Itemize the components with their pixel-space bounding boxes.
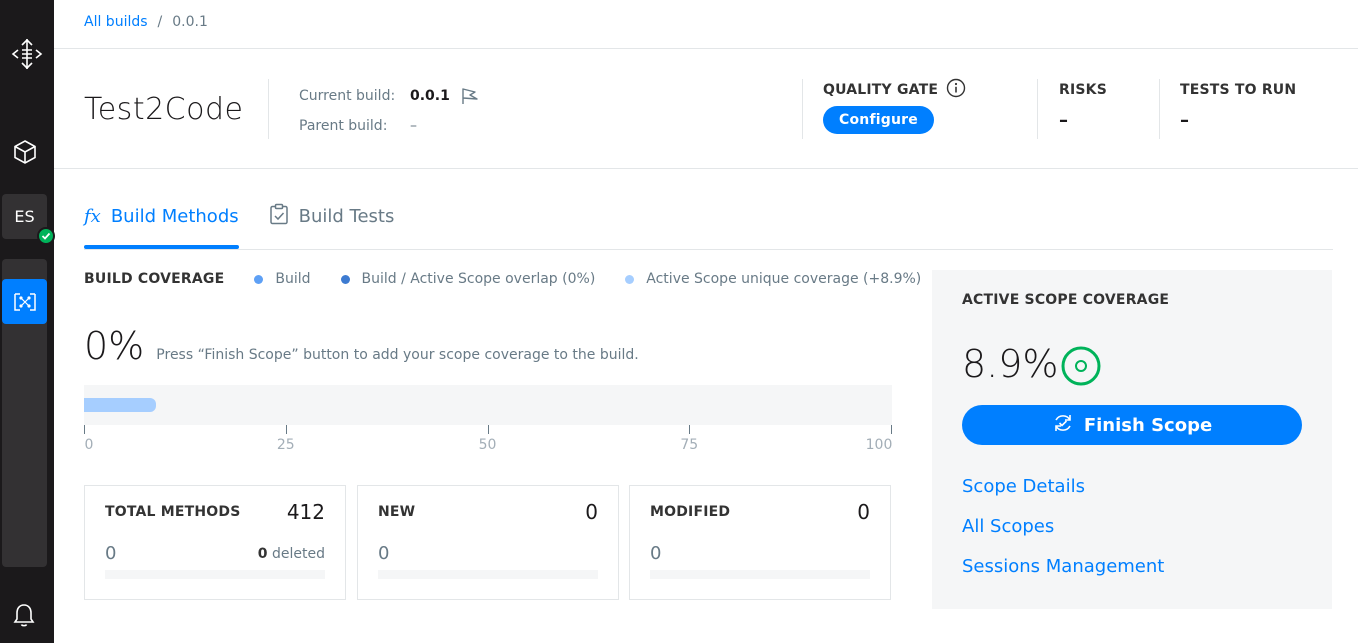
quality-gate-label: QUALITY GATE [823, 82, 939, 98]
legend-overlap: Build / Active Scope overlap (0%) [340, 271, 596, 287]
risks-label: RISKS [1059, 82, 1108, 98]
quality-gate: QUALITY GATE Configure [823, 78, 966, 134]
breadcrumb-all-builds[interactable]: All builds [84, 14, 148, 30]
parent-build-label: Parent build: [299, 118, 388, 134]
fx-icon: fx [84, 205, 101, 227]
info-icon[interactable] [946, 78, 966, 102]
card-title: MODIFIED [650, 504, 731, 520]
tests-to-run-label: TESTS TO RUN [1180, 82, 1297, 98]
finish-scope-label: Finish Scope [1083, 414, 1213, 436]
deleted-number: 0 [257, 546, 268, 562]
build-info: Current build: 0.0.1 Parent build: – [299, 86, 480, 146]
drill-logo-icon[interactable] [7, 34, 47, 74]
legend-scope-unique: Active Scope unique coverage (+8.9%) [625, 271, 921, 287]
card-progress [650, 570, 870, 579]
tests-to-run-value[interactable]: – [1180, 110, 1296, 131]
coverage-axis: 0 25 50 75 100 [84, 425, 892, 455]
card-progress [105, 570, 325, 579]
legend-dot [340, 274, 350, 284]
sessions-management-link[interactable]: Sessions Management [962, 556, 1164, 577]
card-title: TOTAL METHODS [105, 504, 241, 520]
page-title: Test2Code [84, 92, 244, 127]
breadcrumb: All builds / 0.0.1 [84, 14, 208, 30]
build-coverage-title: BUILD COVERAGE [84, 271, 225, 287]
divider [54, 48, 1358, 49]
card-count: 0 [105, 543, 117, 564]
breadcrumb-separator: / [157, 14, 163, 30]
configure-button[interactable]: Configure [823, 106, 934, 134]
axis-tick-label: 100 [865, 437, 893, 453]
risks: RISKS – [1059, 80, 1107, 131]
legend-label: Active Scope unique coverage (+8.9%) [646, 271, 922, 287]
card-count: 0 [378, 543, 390, 564]
finish-scope-button[interactable]: Finish Scope [962, 405, 1302, 445]
divider [1159, 79, 1160, 139]
legend-label: Build [275, 271, 311, 287]
all-scopes-link[interactable]: All Scopes [962, 516, 1054, 537]
new-methods-card: NEW 0 0 [357, 485, 619, 600]
axis-tick [84, 425, 85, 434]
active-scope-percent: 8.9% [962, 342, 1059, 386]
legend-build: Build [254, 271, 311, 287]
deleted-label: deleted [272, 546, 325, 562]
active-scope-panel: ACTIVE SCOPE COVERAGE 8.9% Finish Scope … [932, 270, 1332, 609]
agent-badge: ES [14, 207, 35, 226]
sidebar: ES [0, 0, 55, 643]
risks-value[interactable]: – [1059, 110, 1107, 131]
parent-build-value: – [410, 118, 417, 134]
agent-button[interactable]: ES [2, 194, 55, 245]
axis-tick [891, 425, 892, 434]
axis-tick [487, 425, 489, 434]
modified-methods-card: MODIFIED 0 0 [629, 485, 891, 600]
axis-tick-label: 0 [84, 437, 94, 453]
tab-build-methods[interactable]: fx Build Methods [84, 202, 239, 249]
card-count: 0 [650, 543, 662, 564]
divider [1037, 79, 1038, 139]
build-coverage-header: BUILD COVERAGE Build Build / Active Scop… [84, 271, 921, 287]
coverage-bar [84, 385, 892, 425]
card-total: 412 [286, 500, 325, 524]
current-build-label: Current build: [299, 88, 396, 104]
tab-label: Build Methods [110, 205, 239, 227]
coverage-bar-scope-fill [84, 398, 156, 412]
card-title: NEW [378, 504, 416, 520]
tab-build-tests[interactable]: Build Tests [269, 202, 395, 240]
flag-icon [460, 86, 480, 106]
axis-tick-label: 25 [276, 437, 295, 453]
legend-dot [625, 274, 635, 284]
active-scope-ring-icon [1060, 345, 1102, 391]
card-total: 0 [857, 500, 870, 524]
bell-icon[interactable] [7, 598, 41, 632]
card-progress [378, 570, 598, 579]
tabs: fx Build Methods Build Tests [84, 202, 395, 249]
build-coverage-hint: Press “Finish Scope” button to add your … [156, 347, 639, 363]
scope-details-link[interactable]: Scope Details [962, 476, 1085, 497]
axis-tick [689, 425, 691, 434]
build-coverage-summary: 0% Press “Finish Scope” button to add yo… [84, 324, 639, 368]
divider [54, 168, 1358, 169]
axis-tick-label: 75 [680, 437, 699, 453]
build-coverage-percent: 0% [84, 324, 145, 368]
axis-tick [285, 425, 287, 434]
cube-icon[interactable] [2, 129, 47, 174]
tab-label: Build Tests [298, 205, 395, 227]
divider [84, 249, 1333, 250]
total-methods-card: TOTAL METHODS 412 0 0 deleted [84, 485, 346, 600]
card-total: 0 [585, 500, 598, 524]
legend-dot [254, 274, 264, 284]
axis-tick-label: 50 [478, 437, 497, 453]
clipboard-icon [269, 203, 289, 230]
current-build-value: 0.0.1 [410, 88, 450, 104]
check-icon [37, 227, 55, 245]
legend-label: Build / Active Scope overlap (0%) [361, 271, 596, 287]
active-scope-title: ACTIVE SCOPE COVERAGE [962, 292, 1170, 308]
deleted-count: 0 deleted [258, 546, 325, 562]
breadcrumb-current: 0.0.1 [172, 14, 208, 30]
tests-to-run: TESTS TO RUN – [1180, 80, 1296, 131]
test2code-plugin-icon[interactable] [2, 279, 47, 324]
divider [802, 79, 803, 139]
refresh-icon [1052, 412, 1074, 439]
divider [268, 79, 269, 139]
